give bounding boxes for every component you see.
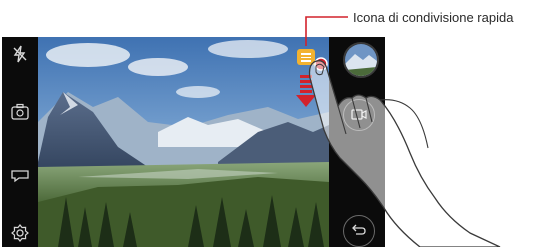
- hand-illustration: [308, 60, 501, 247]
- callout-line: [305, 16, 348, 46]
